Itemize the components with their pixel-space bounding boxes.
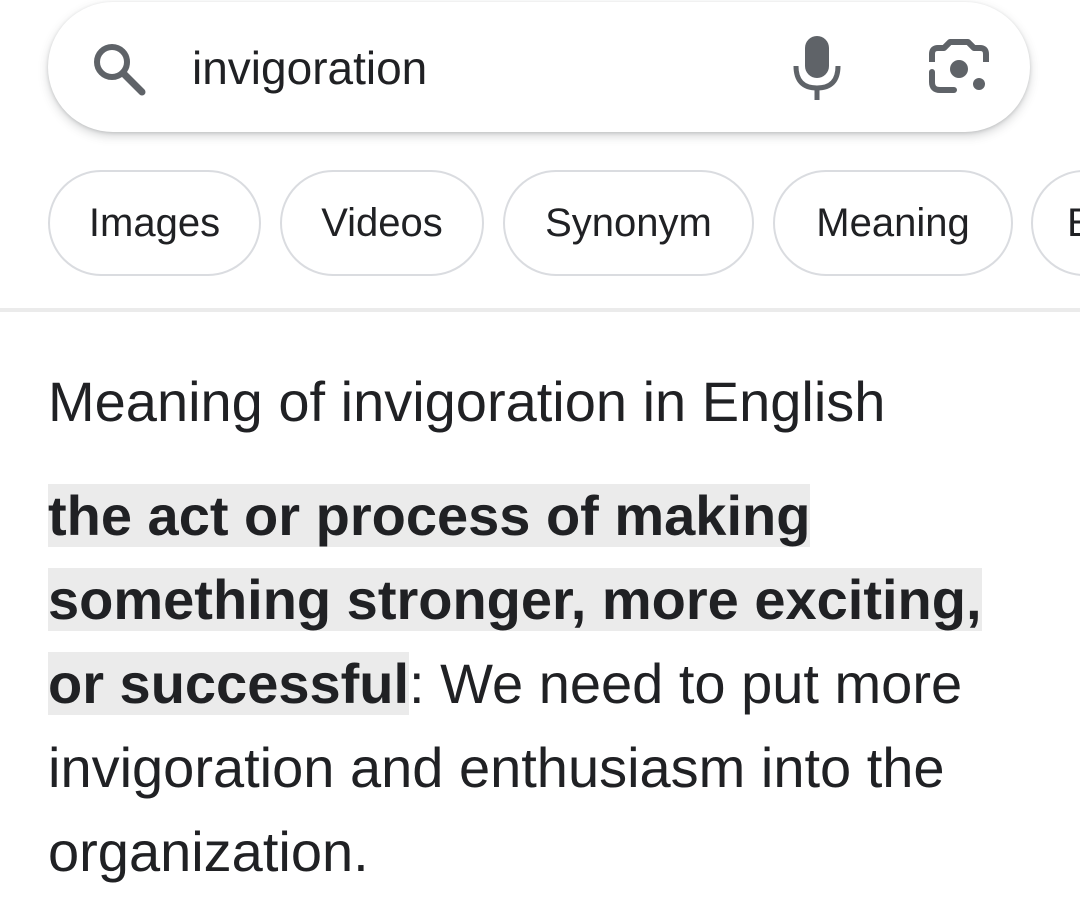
search-icon[interactable] [88,38,148,98]
definition-block: the act or process of making something s… [48,474,1048,894]
mic-icon[interactable] [790,34,844,102]
search-results-page: invigoration Images Videos Synonym Meani… [0,0,1080,903]
camera-lens-icon[interactable] [928,38,990,98]
chip-synonym[interactable]: Synonym [503,170,754,276]
chip-partial[interactable]: E [1031,170,1080,276]
search-input[interactable]: invigoration [192,38,427,98]
chip-meaning[interactable]: Meaning [773,170,1013,276]
result-heading: Meaning of invigoration in English [48,370,886,433]
definition-separator: : [409,652,441,715]
divider [0,308,1080,312]
chip-images[interactable]: Images [48,170,261,276]
chip-videos[interactable]: Videos [280,170,484,276]
